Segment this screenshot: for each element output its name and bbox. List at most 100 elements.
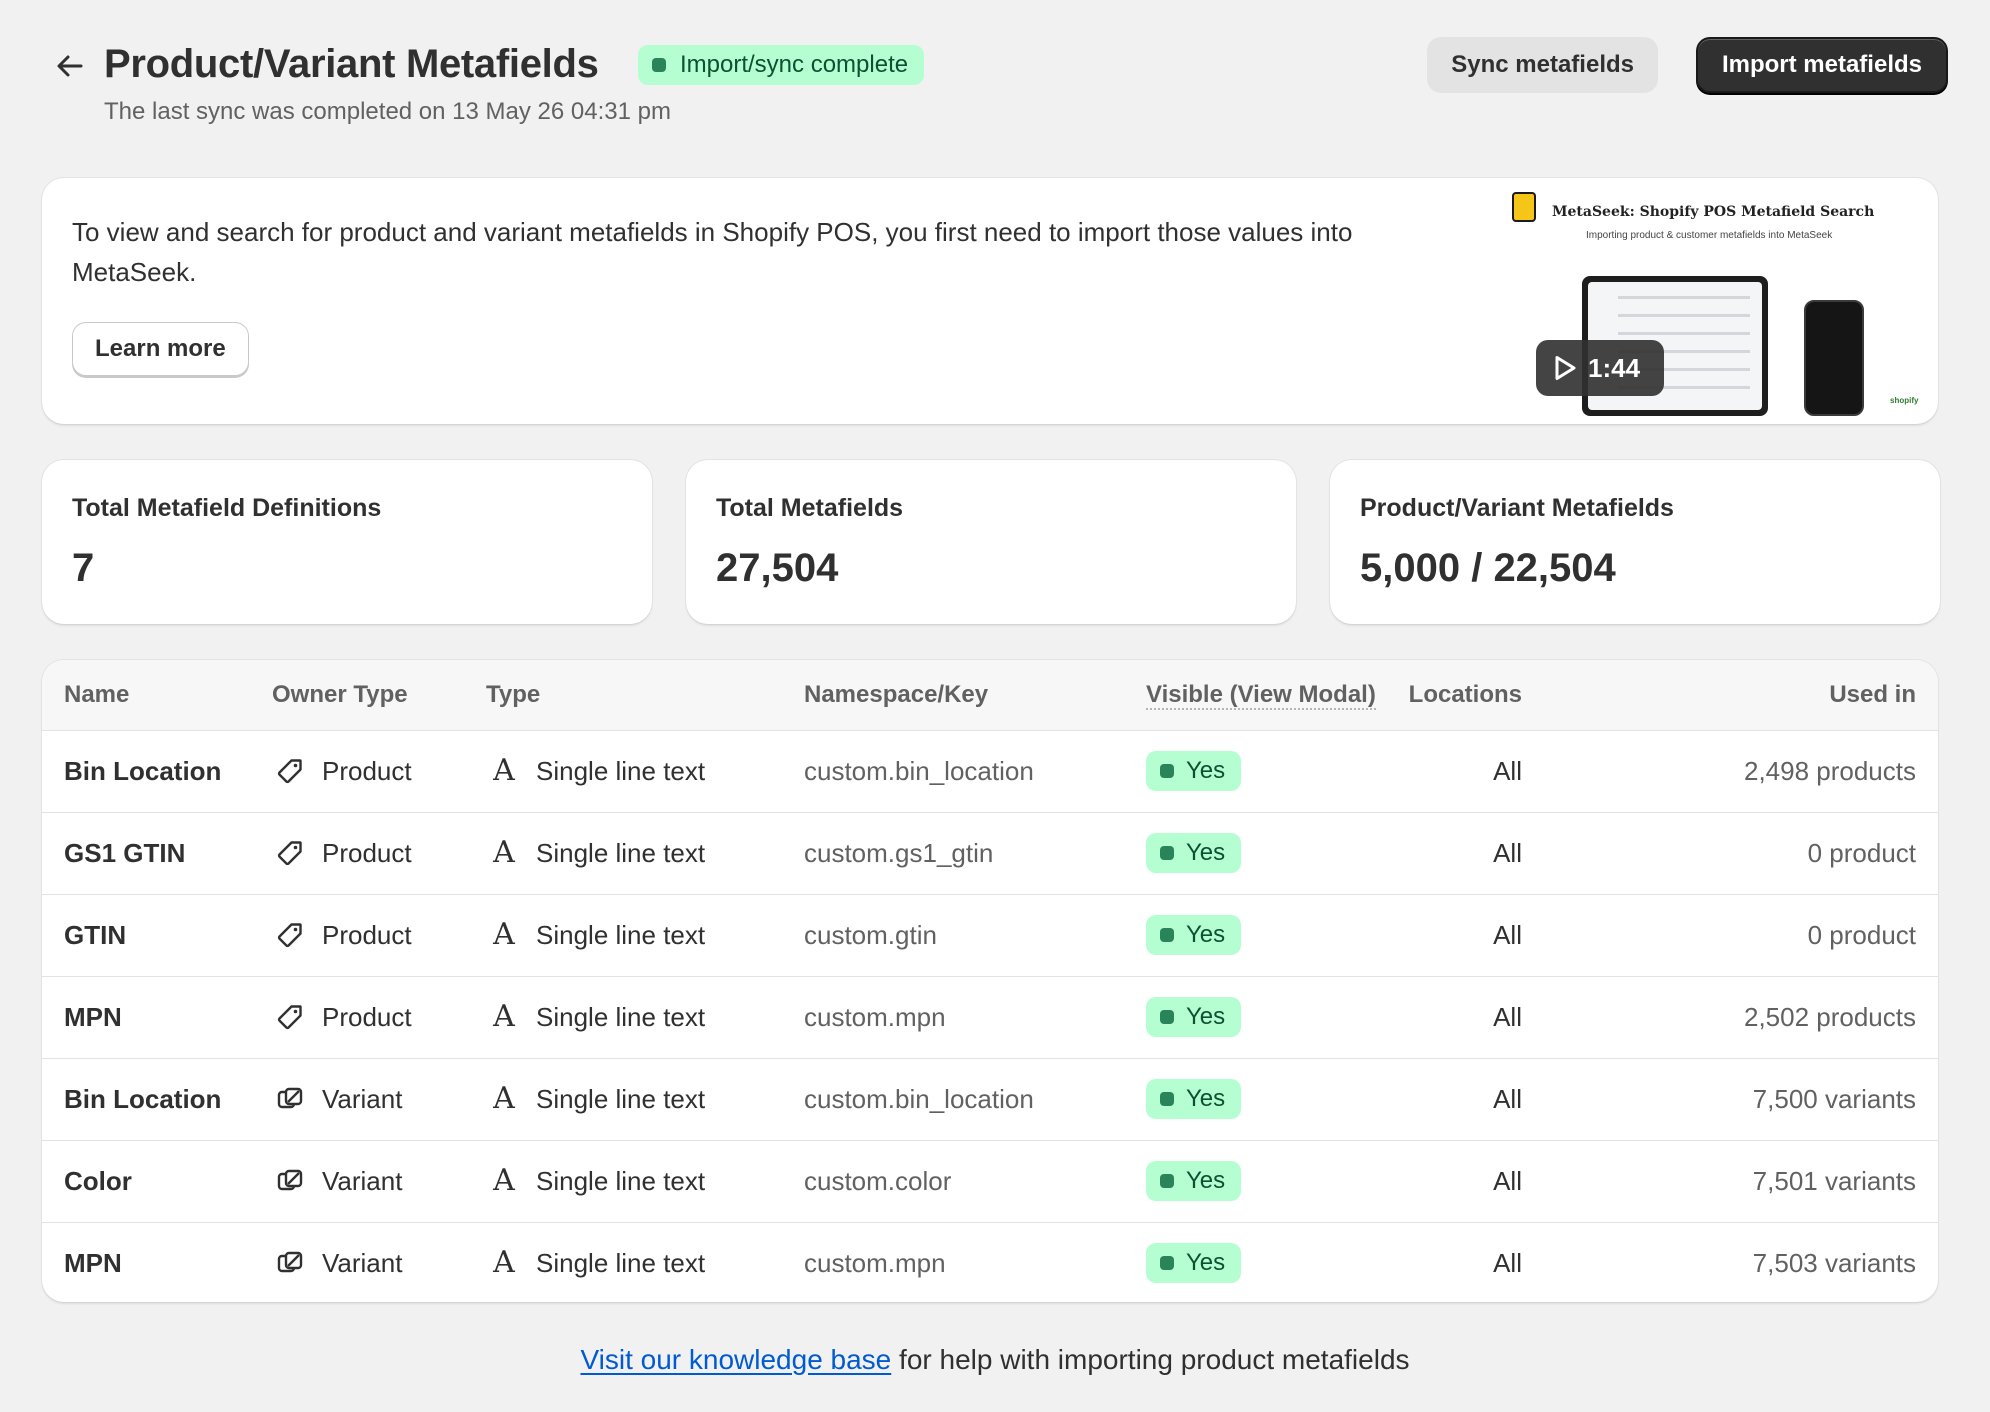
page: Product/Variant Metafields Import/sync c…	[0, 0, 1990, 1412]
owner-type-label: Product	[322, 837, 412, 868]
owner-type-label: Product	[322, 1001, 412, 1032]
metafields-table: Name Owner Type Type Namespace/Key Visib…	[42, 660, 1938, 1302]
metaseek-logo-icon	[1512, 192, 1536, 222]
owner-type-label: Product	[322, 755, 412, 786]
status-badge-label: Import/sync complete	[680, 51, 909, 78]
column-header-owner-type[interactable]: Owner Type	[272, 660, 486, 731]
cell-visible: Yes	[1146, 812, 1382, 894]
cell-owner-type: Variant	[272, 1058, 486, 1140]
back-button[interactable]	[48, 44, 92, 88]
table-row[interactable]: Bin Location Variant A Single line text …	[42, 1058, 1938, 1140]
text-icon: A	[493, 999, 515, 1034]
visible-badge-label: Yes	[1186, 839, 1226, 866]
visible-badge-label: Yes	[1186, 921, 1226, 948]
table-row[interactable]: GTIN Product A Single line text custom.g…	[42, 894, 1938, 976]
tag-icon	[272, 999, 308, 1035]
learn-more-button[interactable]: Learn more	[72, 322, 249, 376]
cell-locations: All	[1493, 919, 1522, 950]
table-row[interactable]: MPN Variant A Single line text custom.mp…	[42, 1222, 1938, 1302]
cell-namespace-key: custom.mpn	[804, 1001, 946, 1032]
text-icon: A	[493, 753, 515, 788]
cell-used-in: 2,498 products	[1743, 755, 1916, 786]
stat-card-total-metafields: Total Metafields 27,504	[686, 460, 1296, 624]
cell-name: GTIN	[64, 919, 127, 950]
cell-locations: All	[1493, 1165, 1522, 1196]
cell-type: A Single line text	[486, 894, 804, 976]
cell-name: MPN	[64, 1001, 122, 1032]
visible-badge: Yes	[1146, 751, 1242, 791]
info-banner: To view and search for product and varia…	[42, 178, 1938, 424]
status-dot-icon	[1160, 764, 1174, 778]
cell-name: GS1 GTIN	[64, 837, 186, 868]
status-dot-icon	[1160, 1010, 1174, 1024]
owner-type-label: Variant	[322, 1165, 403, 1196]
visible-badge: Yes	[1146, 1161, 1242, 1201]
status-dot-icon	[1160, 1092, 1174, 1106]
video-subtitle: Importing product & customer metafields …	[1586, 230, 1833, 241]
column-header-used-in[interactable]: Used in	[1522, 660, 1938, 731]
visible-badge: Yes	[1146, 833, 1242, 873]
cell-name: MPN	[64, 1247, 122, 1278]
sync-metafields-button[interactable]: Sync metafields	[1427, 37, 1658, 93]
video-duration: 1:44	[1588, 352, 1641, 383]
status-dot-icon	[1160, 846, 1174, 860]
cell-owner-type: Product	[272, 730, 486, 812]
visible-badge: Yes	[1146, 915, 1242, 955]
cell-visible: Yes	[1146, 1140, 1382, 1222]
arrow-left-icon	[57, 55, 83, 77]
stat-value: 7	[72, 546, 95, 590]
cell-used-in: 2,502 products	[1743, 1001, 1916, 1032]
type-label: Single line text	[536, 1165, 706, 1196]
metafields-table-card: Name Owner Type Type Namespace/Key Visib…	[42, 660, 1938, 1302]
column-header-locations[interactable]: Locations	[1382, 660, 1522, 731]
type-label: Single line text	[536, 837, 706, 868]
cell-visible: Yes	[1146, 976, 1382, 1058]
stat-value: 27,504	[716, 546, 839, 590]
video-thumbnail[interactable]: MetaSeek: Shopify POS Metafield Search I…	[1486, 182, 1928, 418]
variant-icon	[272, 1081, 308, 1117]
type-label: Single line text	[536, 1247, 706, 1278]
variant-icon	[272, 1245, 308, 1281]
cell-name: Bin Location	[64, 755, 222, 786]
text-icon: A	[493, 1081, 515, 1116]
cell-namespace-key: custom.mpn	[804, 1247, 946, 1278]
visible-badge-label: Yes	[1186, 1003, 1226, 1030]
text-icon: A	[493, 917, 515, 952]
cell-locations: All	[1493, 837, 1522, 868]
cell-used-in: 0 product	[1807, 837, 1916, 868]
cell-locations: All	[1493, 1247, 1522, 1278]
owner-type-label: Variant	[322, 1083, 403, 1114]
column-header-name[interactable]: Name	[42, 660, 272, 731]
cell-visible: Yes	[1146, 730, 1382, 812]
column-header-type[interactable]: Type	[486, 660, 804, 731]
tag-icon	[272, 753, 308, 789]
variant-icon	[272, 1163, 308, 1199]
stat-card-definitions: Total Metafield Definitions 7	[42, 460, 652, 624]
visible-badge-label: Yes	[1186, 1167, 1226, 1194]
stat-label: Product/Variant Metafields	[1360, 494, 1674, 522]
cell-visible: Yes	[1146, 1222, 1382, 1302]
cell-namespace-key: custom.gtin	[804, 919, 937, 950]
cell-owner-type: Product	[272, 976, 486, 1058]
visible-header-label[interactable]: Visible (View Modal)	[1146, 680, 1376, 710]
visible-badge: Yes	[1146, 1079, 1242, 1119]
column-header-namespace-key[interactable]: Namespace/Key	[804, 660, 1146, 731]
import-metafields-button[interactable]: Import metafields	[1695, 37, 1948, 93]
cell-owner-type: Variant	[272, 1222, 486, 1302]
stat-label: Total Metafield Definitions	[72, 494, 382, 522]
cell-namespace-key: custom.bin_location	[804, 1083, 1034, 1114]
table-row[interactable]: MPN Product A Single line text custom.mp…	[42, 976, 1938, 1058]
table-row[interactable]: Color Variant A Single line text custom.…	[42, 1140, 1938, 1222]
play-video-button[interactable]: 1:44	[1536, 340, 1664, 396]
cell-name: Color	[64, 1165, 132, 1196]
stat-label: Total Metafields	[716, 494, 904, 522]
knowledge-base-link[interactable]: Visit our knowledge base	[580, 1344, 891, 1375]
table-row[interactable]: GS1 GTIN Product A Single line text cust…	[42, 812, 1938, 894]
stat-value: 5,000 / 22,504	[1360, 546, 1616, 590]
type-label: Single line text	[536, 755, 706, 786]
column-header-visible[interactable]: Visible (View Modal)	[1146, 660, 1382, 731]
footer-text: for help with importing product metafiel…	[891, 1344, 1410, 1375]
cell-visible: Yes	[1146, 1058, 1382, 1140]
cell-used-in: 7,503 variants	[1752, 1247, 1916, 1278]
table-row[interactable]: Bin Location Product A Single line text …	[42, 730, 1938, 812]
